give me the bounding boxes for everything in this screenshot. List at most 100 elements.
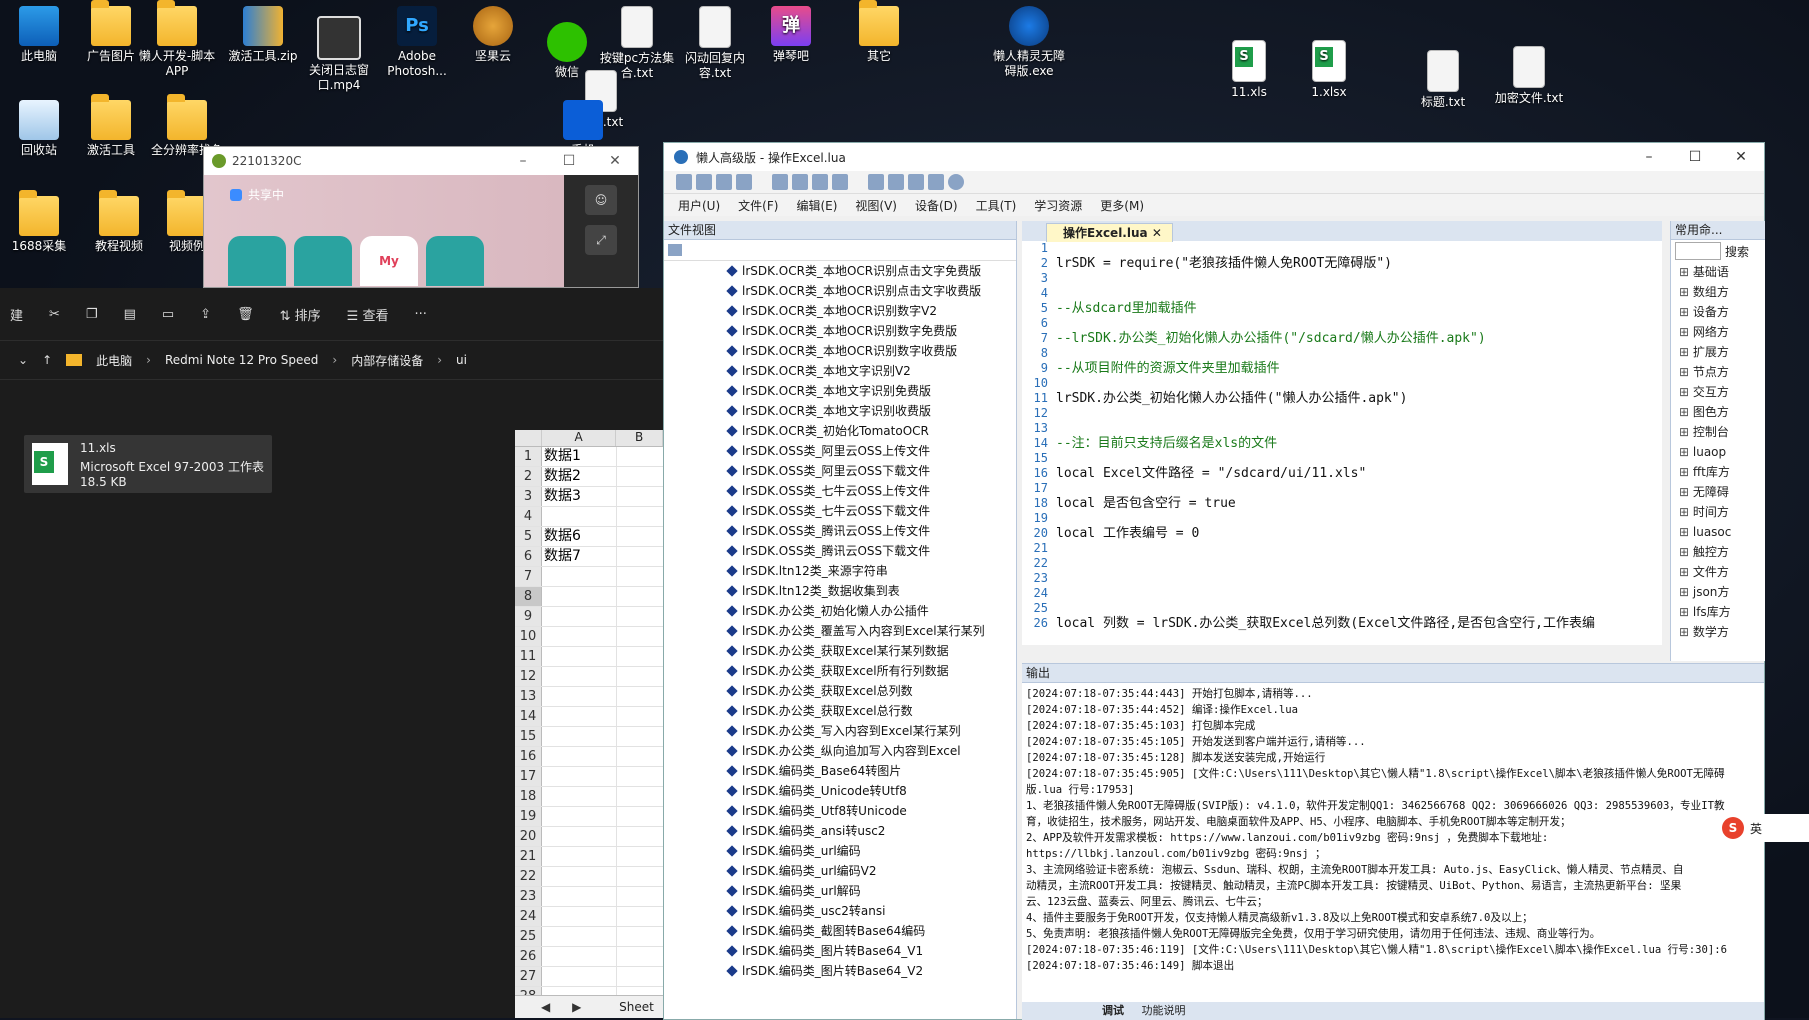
desktop-icon[interactable]: 1688采集 <box>0 190 78 254</box>
view-button[interactable]: ☰ 查看 <box>347 305 389 324</box>
cell-b[interactable] <box>617 447 663 466</box>
cell-a[interactable] <box>542 607 617 626</box>
cell-a[interactable] <box>542 847 617 866</box>
cell-b[interactable] <box>617 767 663 786</box>
cell-a[interactable] <box>542 947 617 966</box>
next-sheet-icon[interactable]: ▶ <box>554 1000 581 1014</box>
file-tree-item[interactable]: lrSDK.办公类_获取Excel总行数 <box>664 701 1016 721</box>
minimize-icon[interactable]: – <box>500 153 546 169</box>
row-number[interactable]: 7 <box>515 567 542 586</box>
cell-a[interactable] <box>542 807 617 826</box>
code-editor[interactable]: 操作Excel.lua ✕ 1 2 lrSDK = require("老狼孩插件懒人… <box>1022 221 1662 645</box>
file-tree-item[interactable]: lrSDK.编码类_Base64转图片 <box>664 761 1016 781</box>
save-icon[interactable] <box>716 174 732 190</box>
cell-b[interactable] <box>617 927 663 946</box>
cell-a[interactable]: 数据6 <box>542 527 617 546</box>
cell-b[interactable] <box>617 507 663 526</box>
file-tree-item[interactable]: lrSDK.OSS类_腾讯云OSS上传文件 <box>664 521 1016 541</box>
file-tree-item[interactable]: lrSDK.OSS类_腾讯云OSS下载文件 <box>664 541 1016 561</box>
cell-a[interactable] <box>542 567 617 586</box>
file-tree-item[interactable]: lrSDK.编码类_Utf8转Unicode <box>664 801 1016 821</box>
copy-icon[interactable] <box>832 174 848 190</box>
cell-a[interactable] <box>542 687 617 706</box>
menu-item[interactable]: 编辑(E) <box>796 197 837 214</box>
desktop-icon[interactable]: 激活工具 <box>72 94 150 158</box>
device-icon[interactable] <box>908 174 924 190</box>
row-number[interactable]: 6 <box>515 547 542 566</box>
file-tree-item[interactable]: lrSDK.办公类_初始化懒人办公插件 <box>664 601 1016 621</box>
file-tree-item[interactable]: lrSDK.编码类_url解码 <box>664 881 1016 901</box>
file-tree-item[interactable]: lrSDK.编码类_图片转Base64_V2 <box>664 961 1016 981</box>
code-area[interactable]: 1 2 lrSDK = require("老狼孩插件懒人免ROOT无障碍版") 3 4 5… <box>1022 241 1662 645</box>
cell-b[interactable] <box>617 647 663 666</box>
command-group[interactable]: 设备方 <box>1671 302 1765 322</box>
row-number[interactable]: 19 <box>515 807 542 826</box>
row-number[interactable]: 2 <box>515 467 542 486</box>
row-number[interactable]: 18 <box>515 787 542 806</box>
android-app-icon[interactable] <box>426 236 484 286</box>
more-button[interactable]: ··· <box>414 307 426 322</box>
row-number[interactable]: 12 <box>515 667 542 686</box>
my-app-icon[interactable]: My <box>360 236 418 286</box>
menu-item[interactable]: 学习资源 <box>1034 197 1082 214</box>
editor-tab[interactable]: 操作Excel.lua ✕ <box>1046 223 1173 242</box>
sort-button[interactable]: ⇅ 排序 <box>280 305 321 324</box>
cut-icon[interactable] <box>812 174 828 190</box>
command-group[interactable]: luasoc <box>1671 522 1765 542</box>
address-bar[interactable]: ⌄ ↑ 此电脑 › Redmi Note 12 Pro Speed › 内部存储设备… <box>0 341 663 380</box>
cell-b[interactable] <box>617 627 663 646</box>
column-b-header[interactable]: B <box>616 430 664 446</box>
desktop-icon[interactable]: 关闭日志窗口.mp4 <box>300 16 378 93</box>
people-icon[interactable]: ☺ <box>585 185 617 215</box>
row-number[interactable]: 13 <box>515 687 542 706</box>
search-button[interactable]: 搜索 <box>1725 243 1749 260</box>
command-group[interactable]: 文件方 <box>1671 562 1765 582</box>
command-group[interactable]: 无障碍 <box>1671 482 1765 502</box>
row-number[interactable]: 5 <box>515 527 542 546</box>
cell-a[interactable]: 数据3 <box>542 487 617 506</box>
cell-b[interactable] <box>617 827 663 846</box>
command-group[interactable]: 触控方 <box>1671 542 1765 562</box>
desktop-icon[interactable]: 懒人精灵无障碍版.exe <box>990 6 1068 79</box>
screenshot-icon[interactable] <box>928 174 944 190</box>
desktop-icon[interactable]: 其它 <box>840 0 918 64</box>
menu-item[interactable]: 视图(V) <box>855 197 897 214</box>
cell-a[interactable] <box>542 507 617 526</box>
row-number[interactable]: 23 <box>515 887 542 906</box>
row-number[interactable]: 25 <box>515 927 542 946</box>
file-tree-item[interactable]: lrSDK.办公类_纵向追加写入内容到Excel <box>664 741 1016 761</box>
row-number[interactable]: 26 <box>515 947 542 966</box>
cell-a[interactable] <box>542 887 617 906</box>
fullscreen-icon[interactable]: ⤢ <box>585 225 617 255</box>
desktop-icon[interactable]: 此电脑 <box>0 6 78 64</box>
desktop-icon[interactable]: 标题.txt <box>1404 50 1482 110</box>
desktop-icon[interactable]: 教程视频 <box>80 190 158 254</box>
cell-a[interactable] <box>542 907 617 926</box>
command-group[interactable]: 时间方 <box>1671 502 1765 522</box>
desktop-icon[interactable]: 1.xlsx <box>1290 40 1368 100</box>
desktop-icon[interactable]: 激活工具.zip <box>224 6 302 64</box>
file-tree-item[interactable]: lrSDK.OCR类_本地OCR识别数字免费版 <box>664 321 1016 341</box>
undo-icon[interactable] <box>772 174 788 190</box>
share-icon[interactable]: ⇪ <box>200 307 211 322</box>
file-tree-item[interactable]: lrSDK.ltn12类_来源字符串 <box>664 561 1016 581</box>
close-icon[interactable]: ✕ <box>1718 149 1764 165</box>
file-tree-item[interactable]: lrSDK.OSS类_七牛云OSS下载文件 <box>664 501 1016 521</box>
close-icon[interactable]: ✕ <box>592 153 638 169</box>
cell-a[interactable] <box>542 647 617 666</box>
command-group[interactable]: 交互方 <box>1671 382 1765 402</box>
file-tree-item[interactable]: lrSDK.OCR类_本地文字识别收费版 <box>664 401 1016 421</box>
desktop-icon[interactable]: 坚果云 <box>454 6 532 64</box>
file-tree-item[interactable]: lrSDK.编码类_ansi转usc2 <box>664 821 1016 841</box>
row-number[interactable]: 9 <box>515 607 542 626</box>
cell-a[interactable] <box>542 667 617 686</box>
desktop-icon[interactable]: 闪动回复内容.txt <box>676 6 754 81</box>
file-tree-item[interactable]: lrSDK.编码类_截图转Base64编码 <box>664 921 1016 941</box>
breadcrumb-item[interactable]: 此电脑 <box>96 352 132 369</box>
row-number[interactable]: 24 <box>515 907 542 926</box>
row-number[interactable]: 8 <box>515 587 542 606</box>
cell-a[interactable] <box>542 727 617 746</box>
column-a-header[interactable]: A <box>542 430 617 446</box>
file-tree-item[interactable]: lrSDK.办公类_获取Excel某行某列数据 <box>664 641 1016 661</box>
cell-a[interactable] <box>542 867 617 886</box>
